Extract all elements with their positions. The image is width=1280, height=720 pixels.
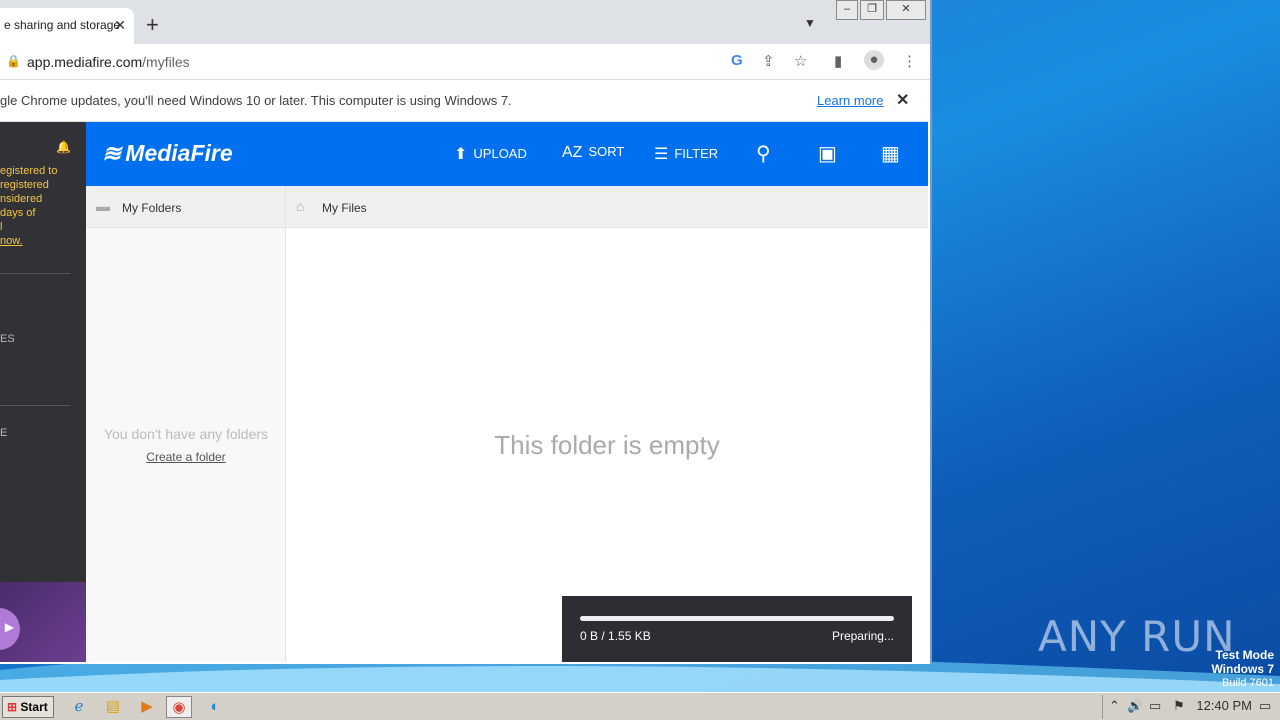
anyrun-watermark: ANY RUN	[1038, 612, 1236, 661]
folders-pane-title: My Folders	[122, 201, 182, 215]
test-mode-label: Test Mode Windows 7 Build 7601	[1211, 648, 1274, 690]
chrome-taskbar-icon[interactable]: ◉	[166, 696, 192, 718]
account-notice: egistered to registered nsidered days of…	[0, 164, 70, 248]
files-pane: ⌂ My Files This folder is empty	[286, 186, 928, 662]
lock-icon[interactable]: 🔒	[6, 54, 21, 68]
address-toolbar: 🔒 app.mediafire.com/myfiles G ⇪ ☆ ▮ ● ⋮	[0, 44, 930, 80]
address-domain: app.mediafire.com	[27, 54, 143, 70]
action-center-flag-icon[interactable]: ⚑	[1173, 698, 1185, 714]
sidebar-nav-item[interactable]: E	[0, 427, 7, 439]
grid-view-icon[interactable]: ▦	[881, 141, 900, 166]
network-icon[interactable]: ▭	[1149, 698, 1161, 714]
testmode-line3: Build 7601	[1222, 677, 1274, 689]
upload-status-text: Preparing...	[831, 629, 894, 643]
search-icon[interactable]: ⚲	[756, 141, 771, 166]
testmode-line1: Test Mode	[1215, 648, 1274, 662]
browser-tab[interactable]: e sharing and storage ✕	[0, 8, 134, 44]
create-folder-link[interactable]: Create a folder	[86, 450, 286, 464]
menu-kebab-icon[interactable]: ⋮	[902, 52, 917, 70]
taskbar-clock[interactable]: 12:40 PM	[1196, 698, 1252, 713]
windows-logo-icon: ⊞	[7, 700, 18, 714]
upload-size-text: 0 B / 1.55 KB	[580, 629, 651, 643]
folders-pane: ▬ My Folders You don't have any folders …	[86, 186, 286, 662]
sidebar-nav-item[interactable]: ES	[0, 333, 15, 345]
upload-label: UPLOAD	[473, 146, 527, 161]
upload-progress-fill	[580, 616, 894, 621]
no-folders-text: You don't have any folders	[103, 426, 269, 442]
upload-progress-bar	[580, 616, 894, 621]
testmode-line2: Windows 7	[1211, 662, 1274, 676]
bookmark-star-icon[interactable]: ☆	[794, 52, 807, 70]
address-bar[interactable]: app.mediafire.com/myfiles	[27, 54, 190, 70]
file-explorer-icon[interactable]: ▤	[100, 696, 126, 718]
new-tab-icon[interactable]: +	[146, 12, 159, 38]
mediafire-page: 🔔 egistered to registered nsidered days …	[0, 122, 930, 662]
tab-search-chevron-icon[interactable]: ▼	[804, 16, 816, 30]
notice-link[interactable]: now.	[0, 235, 23, 247]
tab-title: e sharing and storage	[4, 18, 121, 32]
sidebar-divider	[0, 273, 70, 274]
windows-taskbar: ⊞ Start ℯ ▤ ▶ ◉ ◐ ⌃ 🔊 ▭ ⚑ 12:40 PM ▭	[0, 692, 1280, 720]
flame-logo-icon: ≋	[102, 140, 122, 166]
promo-banner[interactable]: ▶	[0, 582, 86, 662]
start-label: Start	[20, 700, 48, 714]
maximize-button[interactable]: ❐	[860, 0, 884, 20]
bell-icon[interactable]: 🔔	[56, 140, 71, 154]
close-window-button[interactable]: ✕	[886, 0, 926, 20]
new-folder-icon[interactable]: ▣	[818, 141, 837, 166]
logo-text: MediaFire	[125, 140, 233, 166]
folder-icon: ▬	[96, 198, 110, 214]
minimize-button[interactable]: –	[836, 0, 858, 20]
infobar-close-icon[interactable]: ✕	[896, 90, 909, 110]
filter-icon: ☰	[654, 146, 669, 163]
show-desktop-icon[interactable]: ▭	[1259, 698, 1271, 714]
mediafire-logo[interactable]: ≋ MediaFire	[102, 140, 233, 167]
google-lens-icon[interactable]: G	[731, 52, 743, 69]
mediafire-header: ≋ MediaFire ⬆ UPLOAD AZ SORT ☰ FILTER ⚲ ▣ ▦	[86, 122, 928, 186]
upload-button[interactable]: ⬆ UPLOAD	[454, 144, 527, 164]
sort-button[interactable]: AZ SORT	[562, 144, 624, 162]
learn-more-link[interactable]: Learn more	[817, 93, 883, 108]
home-icon[interactable]: ⌂	[296, 198, 304, 214]
media-player-icon[interactable]: ▶	[134, 696, 160, 718]
share-icon[interactable]: ⇪	[762, 52, 775, 70]
empty-folder-text: This folder is empty	[494, 430, 720, 460]
filter-button[interactable]: ☰ FILTER	[654, 144, 718, 164]
promo-play-icon: ▶	[0, 608, 20, 650]
sort-label: SORT	[588, 144, 625, 159]
edge-icon[interactable]: ◐	[202, 696, 228, 718]
tab-close-icon[interactable]: ✕	[114, 17, 126, 34]
update-infobar: gle Chrome updates, you'll need Windows …	[0, 80, 930, 122]
show-hidden-icons-icon[interactable]: ⌃	[1109, 698, 1120, 714]
notice-text: egistered to registered nsidered days of…	[0, 165, 58, 233]
volume-icon[interactable]: 🔊	[1127, 698, 1143, 714]
infobar-text: gle Chrome updates, you'll need Windows …	[0, 93, 512, 108]
chrome-window: e sharing and storage ✕ + ▼ – ❐ ✕ 🔒 app.…	[0, 0, 932, 664]
files-breadcrumb: ⌂ My Files	[286, 186, 928, 228]
upload-progress-toast: 0 B / 1.55 KB Preparing...	[562, 596, 912, 662]
upload-icon: ⬆	[454, 146, 468, 163]
system-tray: ⌃ 🔊 ▭ ⚑ 12:40 PM ▭	[1102, 695, 1280, 719]
breadcrumb-my-files[interactable]: My Files	[322, 201, 367, 215]
start-button[interactable]: ⊞ Start	[2, 696, 54, 718]
tab-bar: e sharing and storage ✕ + ▼ – ❐ ✕	[0, 0, 930, 44]
address-path: /myfiles	[142, 54, 190, 70]
sidebar-divider	[0, 405, 70, 406]
side-panel-icon[interactable]: ▮	[834, 52, 842, 70]
internet-explorer-icon[interactable]: ℯ	[66, 696, 92, 718]
profile-avatar-icon[interactable]: ●	[864, 50, 884, 70]
left-sidebar: 🔔 egistered to registered nsidered days …	[0, 122, 86, 662]
filter-label: FILTER	[674, 146, 719, 161]
folders-pane-header: ▬ My Folders	[86, 186, 285, 228]
sort-icon: AZ	[562, 144, 583, 161]
